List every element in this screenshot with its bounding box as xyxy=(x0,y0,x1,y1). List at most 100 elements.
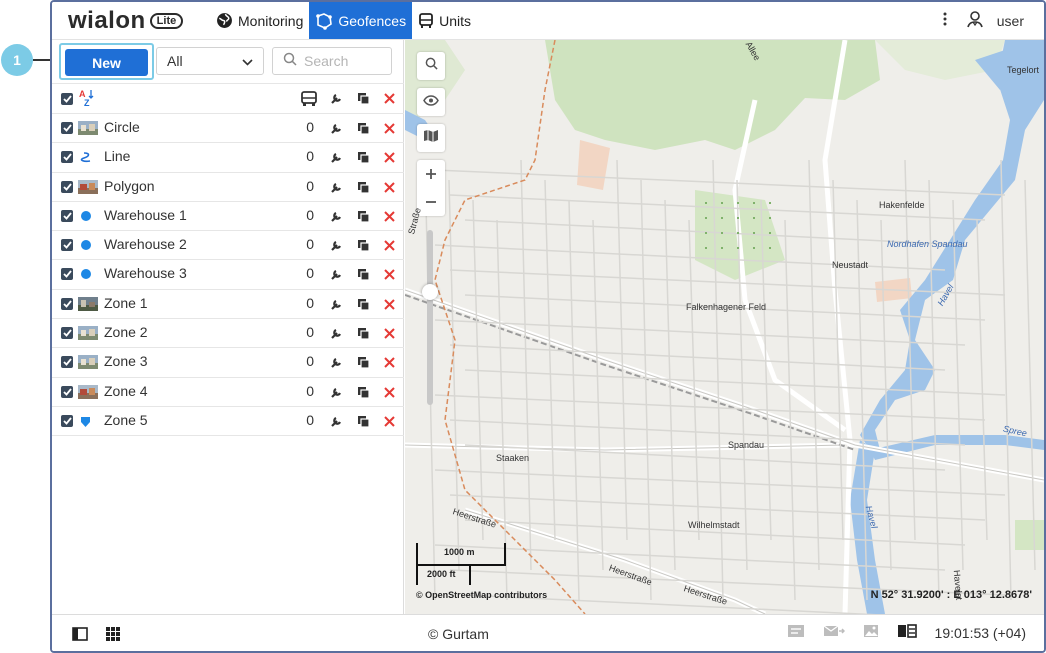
delete-icon[interactable] xyxy=(383,386,396,399)
row-checkbox[interactable] xyxy=(61,385,73,398)
logo[interactable]: wialon Lite xyxy=(68,7,184,34)
copy-icon[interactable] xyxy=(357,327,370,340)
geofence-name[interactable]: Zone 4 xyxy=(104,383,148,399)
geofence-row[interactable]: Zone 1 0 xyxy=(52,290,404,320)
delete-icon[interactable] xyxy=(383,298,396,311)
delete-icon[interactable] xyxy=(383,356,396,369)
row-checkbox[interactable] xyxy=(61,356,73,369)
search-box[interactable] xyxy=(272,47,392,75)
wrench-icon[interactable] xyxy=(330,415,343,428)
row-checkbox[interactable] xyxy=(61,122,73,134)
wrench-icon[interactable] xyxy=(330,386,343,399)
row-checkbox[interactable] xyxy=(61,239,73,252)
wrench-icon[interactable] xyxy=(330,181,343,194)
copy-icon[interactable] xyxy=(357,268,370,282)
copy-icon[interactable] xyxy=(357,151,370,164)
geofence-row[interactable]: Circle 0 xyxy=(52,114,404,144)
delete-icon[interactable] xyxy=(383,268,396,281)
row-checkbox[interactable] xyxy=(61,151,73,164)
geofence-row[interactable]: Warehouse 2 0 xyxy=(52,231,404,261)
wrench-icon[interactable] xyxy=(330,122,343,135)
units-column-icon[interactable] xyxy=(301,91,317,112)
delete-icon[interactable] xyxy=(383,239,396,252)
layout-toggle-icon[interactable] xyxy=(897,624,917,641)
search-input[interactable] xyxy=(304,53,384,69)
search-icon xyxy=(283,52,297,71)
map[interactable]: Tegelort Hakenfelde Nordhafen Spandau Ne… xyxy=(405,40,1044,614)
geofence-thumbnail-icon xyxy=(78,296,98,311)
delete-all-icon[interactable] xyxy=(383,92,396,110)
messages-icon[interactable] xyxy=(823,624,845,641)
notifications-icon[interactable] xyxy=(787,624,805,641)
geofence-row[interactable]: Warehouse 3 0 xyxy=(52,260,404,290)
geofence-name[interactable]: Warehouse 2 xyxy=(104,236,187,252)
geofence-row[interactable]: Line 0 xyxy=(52,143,404,173)
delete-icon[interactable] xyxy=(383,122,396,135)
nav-geofences[interactable]: Geofences xyxy=(309,2,413,39)
copy-icon[interactable] xyxy=(357,210,370,223)
delete-icon[interactable] xyxy=(383,327,396,340)
geofence-unit-count: 0 xyxy=(306,265,314,282)
geofence-name[interactable]: Zone 2 xyxy=(104,324,148,340)
wrench-icon[interactable] xyxy=(330,327,343,340)
map-search-button[interactable] xyxy=(417,52,445,80)
copy-icon[interactable] xyxy=(357,415,370,428)
copy-icon[interactable] xyxy=(357,239,370,252)
nav-units[interactable]: Units xyxy=(412,2,477,39)
copy-icon[interactable] xyxy=(357,181,370,194)
more-menu-icon[interactable] xyxy=(943,12,947,29)
geofence-row[interactable]: Zone 2 0 xyxy=(52,319,404,349)
zoom-slider-track[interactable] xyxy=(427,230,433,405)
zoom-in-button[interactable] xyxy=(417,160,445,188)
map-layers-icon xyxy=(423,129,439,147)
row-checkbox[interactable] xyxy=(61,414,73,427)
zoom-slider-handle[interactable] xyxy=(422,284,438,300)
geofence-row[interactable]: Zone 4 0 xyxy=(52,378,404,407)
nav-monitoring[interactable]: Monitoring xyxy=(210,2,309,39)
geofence-name[interactable]: Polygon xyxy=(104,178,155,194)
copy-icon[interactable] xyxy=(357,356,370,369)
logo-wordmark: wialon xyxy=(68,7,146,34)
wrench-icon[interactable] xyxy=(330,298,343,311)
image-icon[interactable] xyxy=(863,624,879,641)
wrench-icon[interactable] xyxy=(330,239,343,252)
select-all-checkbox[interactable] xyxy=(61,93,73,105)
delete-icon[interactable] xyxy=(383,415,396,428)
user-menu[interactable]: user xyxy=(966,10,1024,31)
row-checkbox[interactable] xyxy=(61,327,73,340)
delete-icon[interactable] xyxy=(383,181,396,194)
geofence-name[interactable]: Warehouse 1 xyxy=(104,207,187,223)
geofence-name[interactable]: Warehouse 3 xyxy=(104,265,187,281)
row-checkbox[interactable] xyxy=(61,209,73,222)
apps-grid-icon[interactable] xyxy=(106,627,120,646)
delete-icon[interactable] xyxy=(383,210,396,223)
row-checkbox[interactable] xyxy=(61,297,73,310)
row-checkbox[interactable] xyxy=(61,268,73,281)
map-visibility-button[interactable] xyxy=(417,88,445,116)
wrench-icon[interactable] xyxy=(330,210,343,223)
wrench-icon[interactable] xyxy=(330,151,343,164)
geofence-name[interactable]: Line xyxy=(104,148,130,164)
map-attribution[interactable]: © OpenStreetMap contributors xyxy=(416,590,547,600)
row-checkbox[interactable] xyxy=(61,180,73,193)
geofence-name[interactable]: Zone 5 xyxy=(104,412,148,428)
geofence-name[interactable]: Zone 3 xyxy=(104,353,148,369)
geofence-row[interactable]: Zone 5 0 xyxy=(52,407,404,437)
panel-toggle-icon[interactable] xyxy=(72,627,88,646)
geofence-row[interactable]: Polygon 0 xyxy=(52,173,404,202)
geofence-row[interactable]: Zone 3 0 xyxy=(52,348,404,378)
geofence-name[interactable]: Zone 1 xyxy=(104,295,148,311)
copy-icon[interactable] xyxy=(357,298,370,311)
filter-select[interactable]: All xyxy=(156,47,264,75)
new-geofence-button[interactable]: New xyxy=(65,49,148,76)
sort-az-icon[interactable]: A Z xyxy=(79,89,95,112)
wrench-icon[interactable] xyxy=(330,356,343,369)
copy-icon[interactable] xyxy=(357,386,370,399)
geofence-name[interactable]: Circle xyxy=(104,119,140,135)
geofence-row[interactable]: Warehouse 1 0 xyxy=(52,202,404,232)
map-layers-button[interactable] xyxy=(417,124,445,152)
wrench-icon[interactable] xyxy=(330,268,343,281)
delete-icon[interactable] xyxy=(383,151,396,164)
main-nav: Monitoring Geofences Units xyxy=(210,2,477,39)
copy-icon[interactable] xyxy=(357,122,370,135)
